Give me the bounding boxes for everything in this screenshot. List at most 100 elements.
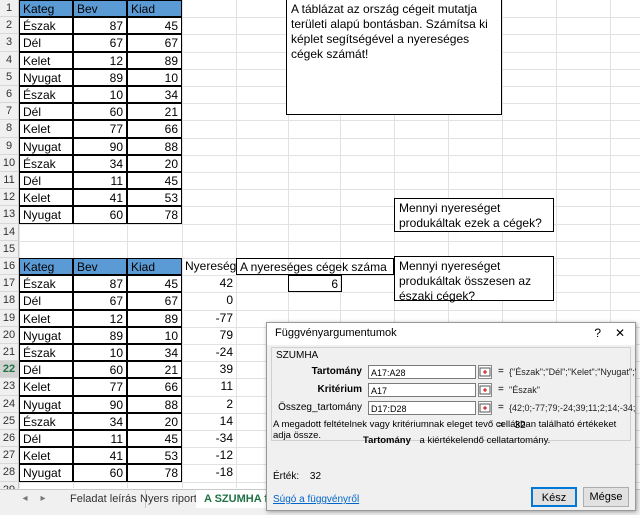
table-cell[interactable]: 87 (73, 17, 127, 35)
table-cell[interactable]: -12 (182, 447, 236, 464)
table-cell[interactable]: 79 (182, 327, 236, 344)
table-header-cell[interactable]: Kateg (19, 258, 73, 276)
table-cell[interactable]: 53 (127, 447, 182, 465)
row-header-17[interactable]: 17 (0, 275, 19, 293)
table-cell[interactable]: 77 (73, 120, 127, 138)
row-header-26[interactable]: 26 (0, 430, 19, 448)
table-cell[interactable]: 12 (73, 51, 127, 69)
table-cell[interactable]: Kelet (19, 51, 73, 69)
table-cell[interactable]: 78 (127, 464, 182, 482)
table-cell[interactable]: 66 (127, 378, 182, 396)
table-cell[interactable]: Nyugat (19, 395, 73, 413)
osszeg-tartomany-input[interactable]: D17:D28 (368, 401, 476, 415)
table-cell[interactable]: 34 (73, 412, 127, 430)
table-cell[interactable]: Nyugat (19, 326, 73, 344)
row-header-7[interactable]: 7 (0, 103, 19, 121)
table-cell[interactable]: Észak (19, 86, 73, 104)
table-cell[interactable]: 88 (127, 395, 182, 413)
row-header-1[interactable]: 1 (0, 0, 19, 18)
row-header-20[interactable]: 20 (0, 326, 19, 344)
table-cell[interactable]: 10 (73, 86, 127, 104)
north-question-box[interactable]: Mennyi nyereséget produkáltak összesen a… (394, 256, 554, 303)
table-cell[interactable]: 2 (182, 396, 236, 413)
table-cell[interactable]: 60 (73, 464, 127, 482)
table-cell[interactable]: 20 (127, 412, 182, 430)
cancel-button[interactable]: Mégse (583, 487, 629, 507)
table-cell[interactable]: Dél (19, 361, 73, 379)
table-cell[interactable]: 39 (182, 361, 236, 378)
table-cell[interactable]: Kelet (19, 309, 73, 327)
table-cell[interactable]: 89 (73, 68, 127, 86)
table-cell[interactable]: 45 (127, 430, 182, 448)
table-cell[interactable]: Nyugat (19, 137, 73, 155)
row-header-15[interactable]: 15 (0, 240, 19, 258)
profit-question-box[interactable]: Mennyi nyereséget produkáltak ezek a cég… (394, 198, 554, 232)
count-label-cell[interactable]: A nyereséges cégek száma (236, 258, 394, 276)
table-cell[interactable]: 66 (127, 120, 182, 138)
tab-scroll-right-icon[interactable]: ▸ (36, 490, 50, 508)
table-cell[interactable]: Dél (19, 430, 73, 448)
table-cell[interactable]: 21 (127, 103, 182, 121)
row-header-23[interactable]: 23 (0, 378, 19, 396)
table-header-cell[interactable]: Kiad (127, 258, 182, 276)
row-header-24[interactable]: 24 (0, 395, 19, 413)
table-cell[interactable]: Nyugat (19, 464, 73, 482)
range-picker-icon[interactable] (478, 383, 492, 397)
table-cell[interactable]: 60 (73, 103, 127, 121)
table-cell[interactable]: -18 (182, 464, 236, 481)
table-cell[interactable]: 67 (73, 34, 127, 52)
table-cell[interactable]: 88 (127, 137, 182, 155)
row-header-2[interactable]: 2 (0, 17, 19, 35)
row-header-3[interactable]: 3 (0, 34, 19, 52)
table-cell[interactable]: 12 (73, 309, 127, 327)
task-description-box[interactable]: A táblázat az ország cégeit mutatja terü… (286, 0, 502, 115)
table-cell[interactable]: 45 (127, 17, 182, 35)
row-header-18[interactable]: 18 (0, 292, 19, 310)
table-cell[interactable]: Kelet (19, 189, 73, 207)
table-cell[interactable]: Dél (19, 34, 73, 52)
help-link[interactable]: Súgó a függvényről (273, 494, 359, 505)
table-cell[interactable]: 10 (73, 344, 127, 362)
table-cell[interactable]: Észak (19, 344, 73, 362)
row-header-14[interactable]: 14 (0, 223, 19, 241)
range-picker-icon[interactable] (478, 401, 492, 415)
row-header-27[interactable]: 27 (0, 447, 19, 465)
table-cell[interactable]: 45 (127, 172, 182, 190)
table-cell[interactable]: 10 (127, 326, 182, 344)
table-cell[interactable]: 34 (127, 86, 182, 104)
table-cell[interactable]: 41 (73, 447, 127, 465)
table-cell[interactable]: 20 (127, 154, 182, 172)
table-cell[interactable]: 34 (73, 154, 127, 172)
row-header-22[interactable]: 22 (0, 361, 19, 379)
table-cell[interactable]: 89 (73, 326, 127, 344)
row-header-8[interactable]: 8 (0, 120, 19, 138)
table-cell[interactable]: Kelet (19, 447, 73, 465)
dialog-help-button[interactable]: ? (594, 326, 601, 340)
table-cell[interactable]: Nyugat (19, 206, 73, 224)
table-cell[interactable]: 21 (127, 361, 182, 379)
kriterium-input[interactable]: A17 (368, 383, 476, 397)
table-cell[interactable]: Észak (19, 154, 73, 172)
row-header-9[interactable]: 9 (0, 137, 19, 155)
row-header-13[interactable]: 13 (0, 206, 19, 224)
table-cell[interactable]: 90 (73, 137, 127, 155)
table-cell[interactable]: 77 (73, 378, 127, 396)
table-cell[interactable]: Észak (19, 275, 73, 293)
table-cell[interactable]: Kelet (19, 120, 73, 138)
row-header-16[interactable]: 16 (0, 258, 19, 276)
table-cell[interactable]: 34 (127, 344, 182, 362)
row-header-28[interactable]: 28 (0, 464, 19, 482)
table-cell[interactable]: -77 (182, 310, 236, 327)
table-header-cell[interactable]: Nyereség (182, 258, 236, 275)
table-cell[interactable]: 78 (127, 206, 182, 224)
table-cell[interactable]: 90 (73, 395, 127, 413)
table-cell[interactable]: 67 (127, 34, 182, 52)
range-picker-icon[interactable] (478, 365, 492, 379)
table-cell[interactable]: Észak (19, 412, 73, 430)
tartomany-input[interactable]: A17:A28 (368, 365, 476, 379)
table-cell[interactable]: 60 (73, 206, 127, 224)
table-header-cell[interactable]: Kiad (127, 0, 182, 18)
table-cell[interactable]: 45 (127, 275, 182, 293)
row-header-21[interactable]: 21 (0, 344, 19, 362)
table-cell[interactable]: 11 (182, 378, 236, 395)
